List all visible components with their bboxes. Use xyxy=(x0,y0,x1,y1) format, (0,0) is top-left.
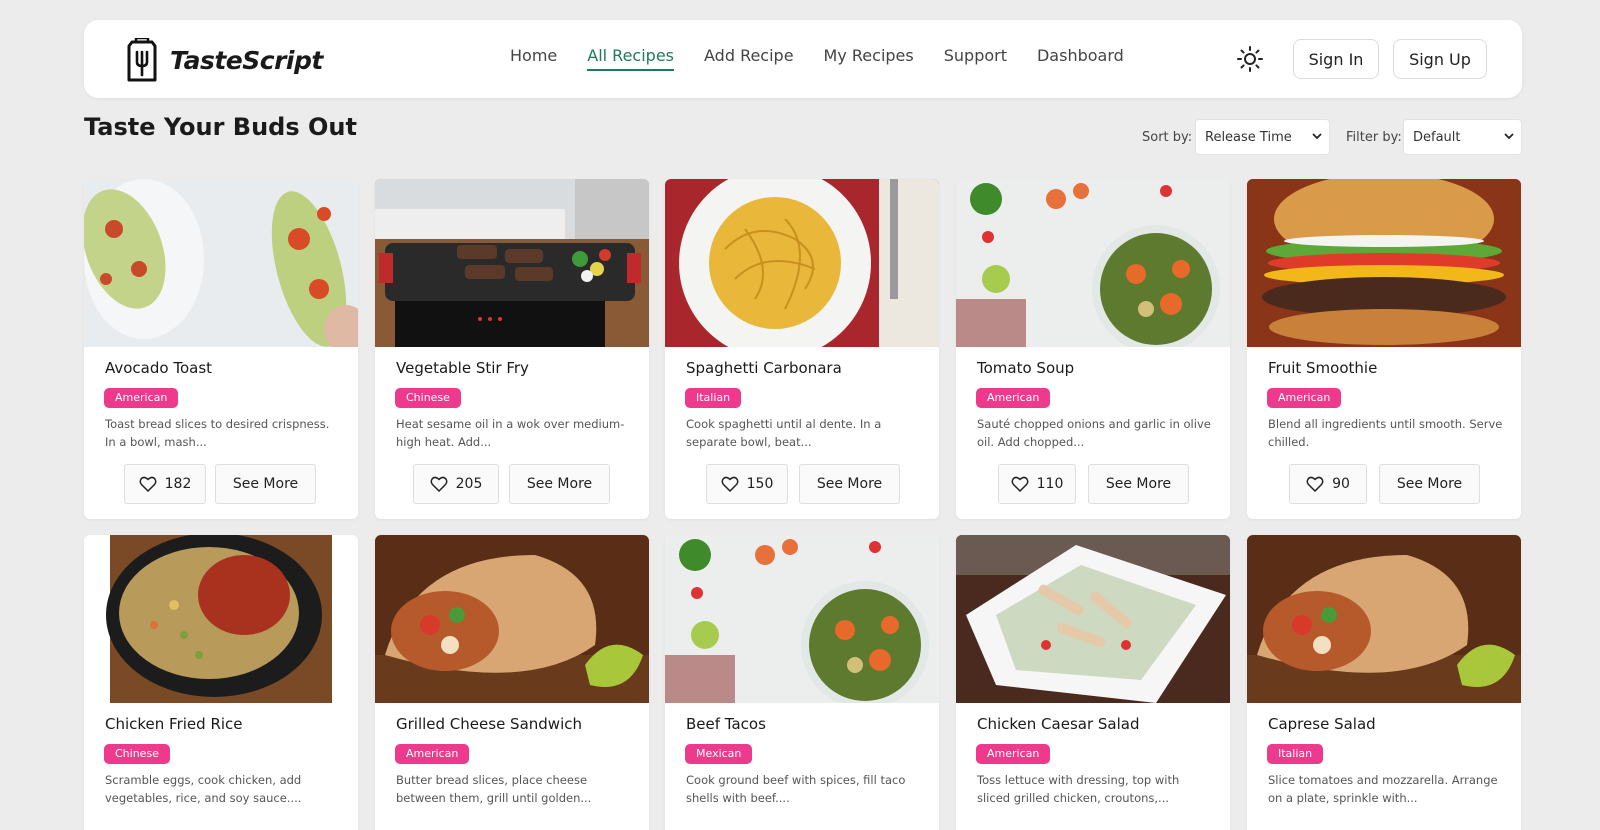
cuisine-tag: Italian xyxy=(1267,744,1324,764)
recipe-image xyxy=(1247,535,1521,703)
recipe-description: Slice tomatoes and mozzarella. Arrange o… xyxy=(1268,773,1498,805)
recipe-title[interactable]: Beef Tacos xyxy=(686,715,766,733)
recipe-description: Heat sesame oil in a wok over medium-hig… xyxy=(396,417,625,449)
filter-select[interactable]: Default xyxy=(1403,119,1522,155)
see-more-button[interactable]: See More xyxy=(1379,464,1480,504)
like-count: 150 xyxy=(746,476,774,492)
cuisine-tag: Italian xyxy=(685,388,742,408)
recipe-description: Cook spaghetti until al dente. In a sepa… xyxy=(686,417,882,449)
recipe-card: Spaghetti Carbonara Italian Cook spaghet… xyxy=(665,179,939,519)
heart-icon xyxy=(1306,476,1324,492)
recipe-image xyxy=(665,179,939,347)
like-count: 110 xyxy=(1036,476,1064,492)
recipe-card: Vegetable Stir Fry Chinese Heat sesame o… xyxy=(375,179,649,519)
fork-bag-icon xyxy=(127,38,157,82)
recipe-card: Chicken Caesar Salad American Toss lettu… xyxy=(956,535,1230,830)
recipe-description: Toast bread slices to desired crispness.… xyxy=(105,417,330,449)
cuisine-tag: American xyxy=(395,744,470,764)
sign-in-button[interactable]: Sign In xyxy=(1293,39,1379,79)
recipe-image xyxy=(1247,179,1521,347)
like-button[interactable]: 205 xyxy=(413,464,499,504)
recipe-image xyxy=(956,179,1230,347)
see-more-button[interactable]: See More xyxy=(509,464,610,504)
see-more-button[interactable]: See More xyxy=(1088,464,1189,504)
nav-all-recipes[interactable]: All Recipes xyxy=(587,46,674,71)
recipe-card: Beef Tacos Mexican Cook ground beef with… xyxy=(665,535,939,830)
recipe-description: Butter bread slices, place cheese betwee… xyxy=(396,773,592,805)
chevron-down-icon xyxy=(1504,133,1514,140)
heart-icon xyxy=(1011,476,1029,492)
like-count: 90 xyxy=(1332,476,1350,492)
recipe-title[interactable]: Chicken Fried Rice xyxy=(105,715,243,733)
cuisine-tag: Chinese xyxy=(395,388,461,408)
heart-icon xyxy=(721,476,739,492)
main-nav: Home All Recipes Add Recipe My Recipes S… xyxy=(510,46,1154,71)
recipe-description: Scramble eggs, cook chicken, add vegetab… xyxy=(105,773,302,805)
recipe-image xyxy=(84,535,358,703)
brand-name: TasteScript xyxy=(170,45,323,75)
recipe-title[interactable]: Spaghetti Carbonara xyxy=(686,359,842,377)
heart-icon xyxy=(430,476,448,492)
nav-home[interactable]: Home xyxy=(510,46,557,71)
recipe-image xyxy=(375,535,649,703)
like-count: 205 xyxy=(455,476,483,492)
recipe-image xyxy=(84,179,358,347)
cuisine-tag: Mexican xyxy=(685,744,753,764)
sort-select[interactable]: Release Time xyxy=(1195,119,1330,155)
recipe-image xyxy=(375,179,649,347)
recipe-title[interactable]: Tomato Soup xyxy=(977,359,1074,377)
cuisine-tag: American xyxy=(976,744,1051,764)
recipe-title[interactable]: Grilled Cheese Sandwich xyxy=(396,715,582,733)
heart-icon xyxy=(139,476,157,492)
recipe-title[interactable]: Fruit Smoothie xyxy=(1268,359,1377,377)
recipe-title[interactable]: Vegetable Stir Fry xyxy=(396,359,529,377)
nav-dashboard[interactable]: Dashboard xyxy=(1037,46,1124,71)
sort-select-value: Release Time xyxy=(1205,129,1292,145)
filter-label: Filter by: xyxy=(1346,130,1402,145)
sign-up-button[interactable]: Sign Up xyxy=(1393,39,1487,79)
cuisine-tag: Chinese xyxy=(104,744,170,764)
page-title: Taste Your Buds Out xyxy=(84,113,357,141)
recipe-card: Chicken Fried Rice Chinese Scramble eggs… xyxy=(84,535,358,830)
recipe-card: Tomato Soup American Sauté chopped onion… xyxy=(956,179,1230,519)
nav-my-recipes[interactable]: My Recipes xyxy=(824,46,914,71)
filter-select-value: Default xyxy=(1413,129,1461,145)
recipe-description: Cook ground beef with spices, fill taco … xyxy=(686,773,906,805)
recipe-title[interactable]: Chicken Caesar Salad xyxy=(977,715,1139,733)
like-button[interactable]: 110 xyxy=(998,464,1076,504)
see-more-button[interactable]: See More xyxy=(215,464,316,504)
recipe-image xyxy=(956,535,1230,703)
recipe-description: Toss lettuce with dressing, top with sli… xyxy=(977,773,1180,805)
nav-support[interactable]: Support xyxy=(944,46,1007,71)
recipe-title[interactable]: Caprese Salad xyxy=(1268,715,1376,733)
cuisine-tag: American xyxy=(976,388,1051,408)
recipe-description: Sauté chopped onions and garlic in olive… xyxy=(977,417,1211,449)
recipe-card: Caprese Salad Italian Slice tomatoes and… xyxy=(1247,535,1521,830)
recipe-title[interactable]: Avocado Toast xyxy=(105,359,212,377)
recipe-description: Blend all ingredients until smooth. Serv… xyxy=(1268,417,1503,449)
recipe-card: Fruit Smoothie American Blend all ingred… xyxy=(1247,179,1521,519)
recipe-image xyxy=(665,535,939,703)
cuisine-tag: American xyxy=(104,388,179,408)
recipe-card: Avocado Toast American Toast bread slice… xyxy=(84,179,358,519)
brand-logo[interactable]: TasteScript xyxy=(126,38,323,82)
chevron-down-icon xyxy=(1312,133,1322,140)
cuisine-tag: American xyxy=(1267,388,1342,408)
sort-label: Sort by: xyxy=(1142,130,1193,145)
like-count: 182 xyxy=(164,476,192,492)
recipe-card: Grilled Cheese Sandwich American Butter … xyxy=(375,535,649,830)
like-button[interactable]: 90 xyxy=(1289,464,1367,504)
like-button[interactable]: 150 xyxy=(706,464,788,504)
top-navbar: TasteScript Home All Recipes Add Recipe … xyxy=(84,20,1522,98)
like-button[interactable]: 182 xyxy=(124,464,206,504)
see-more-button[interactable]: See More xyxy=(799,464,900,504)
sun-icon[interactable] xyxy=(1236,45,1264,73)
nav-add-recipe[interactable]: Add Recipe xyxy=(704,46,794,71)
